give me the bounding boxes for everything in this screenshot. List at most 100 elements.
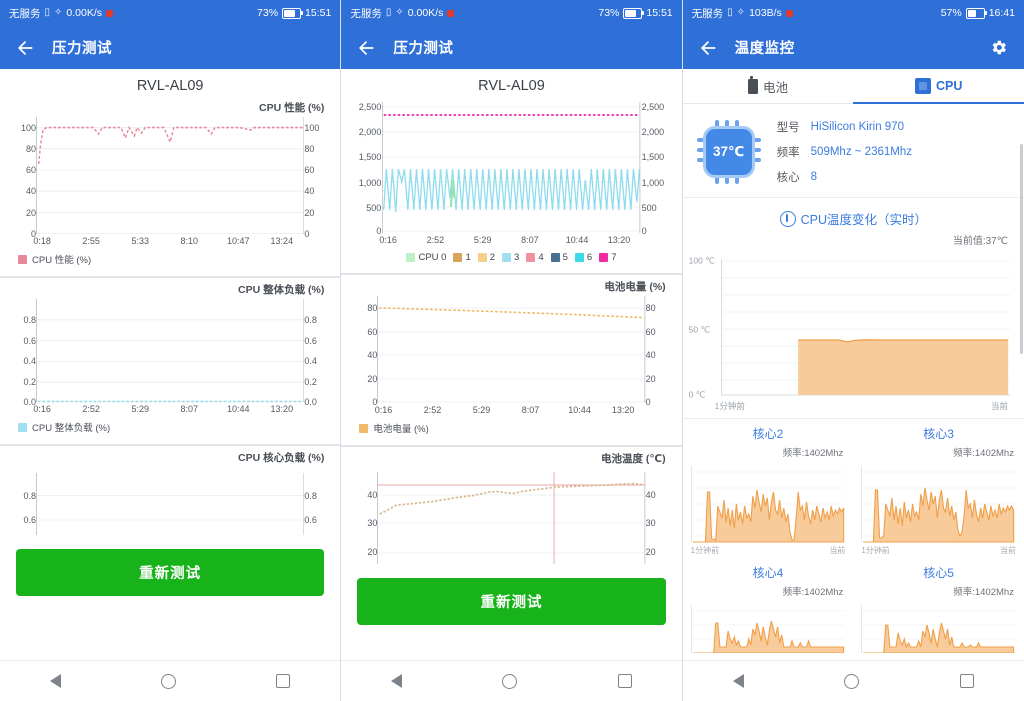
battery-icon xyxy=(623,7,645,19)
legend-swatch-cpu6 xyxy=(574,253,584,262)
core-card-5: 核心5 频率:1402Mhz xyxy=(853,558,1024,655)
legend-swatch-cpu2 xyxy=(477,253,487,262)
nav-bar-3 xyxy=(682,660,1024,701)
y-axis-right: 80 60 40 20 0 xyxy=(645,302,656,407)
thermometer-icon xyxy=(779,210,796,227)
device-name-1: RVL-AL09 xyxy=(136,78,204,94)
screenshot-root: 无服务 ▯ ✧ 0.00K/s 73% 15:51 压力测试 RVL-AL09 … xyxy=(0,0,1024,701)
legend-swatch-cpu7 xyxy=(599,253,609,262)
tab-bar: 电池 CPU xyxy=(682,69,1024,104)
retest-button-2[interactable]: 重新测试 xyxy=(357,578,666,625)
y-axis-right: 0.8 0.6 0.4 0.2 0.0 xyxy=(304,314,317,407)
wifi-icon: ✧ xyxy=(395,7,404,18)
tab-cpu[interactable]: CPU xyxy=(853,69,1024,104)
y-axis-right: 2,500 2,000 1,500 1,000 500 0 xyxy=(641,102,665,237)
chart-cpu-overall-load: CPU 整体负载 (%) 0.8 0.6 0.4 0.2 0.0 0.8 0.6… xyxy=(0,278,340,444)
core-frequency: 频率:1402Mhz xyxy=(782,587,844,598)
chart-cpu-performance: CPU 性能 (%) 100 80 60 40 20 0 100 80 60 4… xyxy=(0,96,340,276)
y-axis-right: 100 80 60 40 20 0 xyxy=(304,122,320,239)
y-axis-left: 0.8 0.6 0.4 0.2 0.0 xyxy=(23,314,36,407)
legend-label: CPU 整体负载 (%) xyxy=(32,423,111,434)
info-row-model: 型号 HiSilicon Kirin 970 xyxy=(777,114,1010,139)
net-speed-label: 103B/s xyxy=(749,7,782,19)
recording-dot-icon xyxy=(106,9,114,17)
x-axis-core-3: 1分钟前 当前 xyxy=(861,544,1016,556)
cpu-info-card: 37℃ 型号 HiSilicon Kirin 970 频率 509Mhz ~ 2… xyxy=(683,104,1024,197)
legend-battery-level: 电池电量 (%) xyxy=(347,417,675,441)
cpu-chip-icon xyxy=(914,78,931,94)
stress-test-content-1: RVL-AL09 CPU 性能 (%) 100 80 60 40 20 0 10… xyxy=(0,69,341,660)
plot-area-cpu-performance: 100 80 60 40 20 0 100 80 60 40 20 0 xyxy=(8,117,332,239)
battery-icon xyxy=(747,76,758,94)
plot-area-cpu-frequency: 2,500 2,000 1,500 1,000 500 0 2,500 2,00… xyxy=(349,102,673,237)
legend-label-cpu2: 2 xyxy=(489,252,496,263)
info-row-frequency: 频率 509Mhz ~ 2361Mhz xyxy=(777,139,1010,164)
tab-battery-label: 电池 xyxy=(762,80,788,95)
chart-subtitle: CPU 整体负载 (%) xyxy=(237,284,325,296)
info-value: 8 xyxy=(810,170,818,183)
x-label-right: 当前 xyxy=(999,546,1016,555)
page-title: 压力测试 xyxy=(52,41,112,57)
sim-card-icon: ▯ xyxy=(385,7,392,18)
plot-area-battery-level: 80 60 40 20 0 80 60 40 20 0 xyxy=(349,296,673,407)
legend-swatch xyxy=(359,423,369,433)
nav-recents-icon[interactable] xyxy=(617,674,632,688)
info-value: 509Mhz ~ 2361Mhz xyxy=(810,145,912,158)
legend-cpu-frequency: CPU 0 1 2 3 4 5 6 7 xyxy=(347,247,675,269)
nav-recents-icon[interactable] xyxy=(959,674,974,688)
legend-cpu-performance: CPU 性能 (%) xyxy=(6,248,334,272)
info-value: HiSilicon Kirin 970 xyxy=(810,120,904,133)
plot-area-battery-temperature: 40 30 20 40 30 20 xyxy=(349,468,673,564)
nav-back-icon[interactable] xyxy=(732,674,744,688)
clock-label: 16:41 xyxy=(988,7,1015,19)
core-title: 核心2 xyxy=(752,427,784,441)
cpu-temp-chart-title: CPU温度变化（实时） xyxy=(800,213,928,227)
carrier-label: 无服务 xyxy=(350,7,382,20)
legend-label-cpu7: 7 xyxy=(611,252,617,263)
y-axis-left: 2,500 2,000 1,500 1,000 500 0 xyxy=(358,102,382,237)
net-speed-label: 0.00K/s xyxy=(407,7,444,19)
scroll-container[interactable]: 37℃ 型号 HiSilicon Kirin 970 频率 509Mhz ~ 2… xyxy=(682,104,1024,660)
x-axis-cpu-frequency: 0:16 2:52 5:29 8:07 10:44 13:20 xyxy=(379,235,631,245)
retest-button-1[interactable]: 重新测试 xyxy=(16,549,325,596)
nav-bar-2 xyxy=(341,660,682,701)
plot-area-core-2 xyxy=(690,462,846,544)
x-axis-cpu-performance: 0:18 2:55 5:33 8:10 10:47 13:24 xyxy=(33,236,294,246)
nav-home-icon[interactable] xyxy=(844,673,860,689)
scrollbar-thumb[interactable] xyxy=(1020,144,1023,354)
back-arrow-icon[interactable] xyxy=(14,37,36,59)
legend-cpu-overall-load: CPU 整体负载 (%) xyxy=(6,416,334,440)
battery-percent-label: 57% xyxy=(940,7,962,19)
gear-icon[interactable] xyxy=(988,37,1010,59)
core-title: 核心4 xyxy=(752,566,784,580)
phone-screen-3: 无服务 ▯ ✧ 103B/s 57% 16:41 温度监控 电池 CPU 37℃… xyxy=(682,0,1024,701)
core-card-4: 核心4 频率:1402Mhz xyxy=(683,558,854,655)
nav-back-icon[interactable] xyxy=(391,674,403,688)
legend-label: CPU 性能 (%) xyxy=(32,255,92,266)
x-label-right: 当前 xyxy=(829,546,846,555)
nav-home-icon[interactable] xyxy=(502,673,518,689)
nav-recents-icon[interactable] xyxy=(276,674,291,688)
tab-battery[interactable]: 电池 xyxy=(683,69,854,103)
x-axis-cpu-temperature: 1分钟前 当前 xyxy=(683,399,1024,418)
x-label-left: 1分钟前 xyxy=(714,401,745,411)
back-arrow-icon[interactable] xyxy=(697,37,719,59)
core-frequency: 频率:1402Mhz xyxy=(953,448,1014,459)
battery-icon xyxy=(282,7,304,19)
legend-swatch-cpu0 xyxy=(406,253,416,262)
cpu-temp-chart-card: CPU温度变化（实时） 当前值:37℃ 100 ℃ 50 ℃ 0 ℃ 1分钟前 … xyxy=(682,197,1024,418)
chart-subtitle: 电池温度 (℃) xyxy=(601,453,666,465)
core-card-3: 核心3 频率:1402Mhz 1分钟前 当前 xyxy=(853,419,1024,558)
nav-home-icon[interactable] xyxy=(161,673,177,689)
legend-label-cpu3: 3 xyxy=(514,252,520,263)
y-axis-left: 40 30 20 xyxy=(367,489,378,558)
battery-percent-label: 73% xyxy=(598,7,620,19)
plot-area-core-4 xyxy=(690,601,846,653)
plot-area-cpu-temperature: 100 ℃ 50 ℃ 0 ℃ xyxy=(689,249,1010,399)
nav-back-icon[interactable] xyxy=(50,674,62,688)
back-arrow-icon[interactable] xyxy=(355,37,377,59)
core-frequency: 频率:1402Mhz xyxy=(953,587,1014,598)
y-axis-right: 0.8 0.6 xyxy=(304,490,317,526)
y-axis-left: 80 60 40 20 0 xyxy=(367,302,378,407)
chart-cpu-core-load: CPU 核心负载 (%) 0.8 0.6 0.8 0.6 xyxy=(0,446,340,539)
